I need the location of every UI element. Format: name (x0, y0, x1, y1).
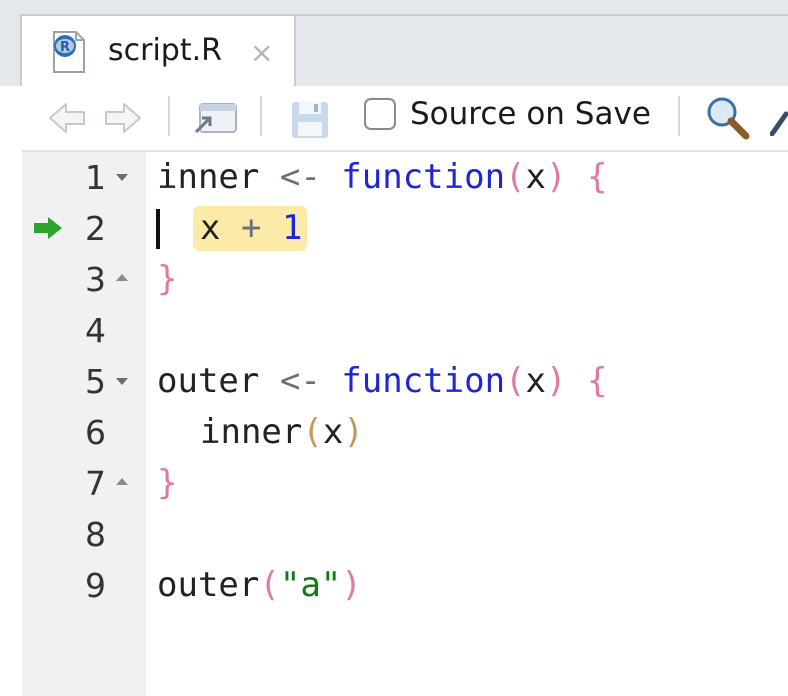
token-identifier: x (322, 412, 344, 452)
source-on-save-checkbox[interactable] (364, 98, 396, 130)
search-icon[interactable] (704, 94, 752, 142)
token-operator: + (240, 208, 262, 248)
token-identifier: x (525, 157, 547, 197)
code-text: outer("a") (157, 560, 362, 611)
r-logo-letter: R (60, 40, 70, 55)
line-number: 6 (85, 413, 106, 452)
fold-close-icon[interactable] (116, 274, 128, 281)
tab-close-icon[interactable]: × (250, 33, 273, 73)
token-paren: ( (505, 157, 526, 197)
token-keyword: function (341, 361, 506, 401)
token-paren: ) (546, 157, 567, 197)
toolbar-separator (678, 96, 680, 136)
code-text: inner <- function(x) { (157, 152, 607, 203)
source-on-save-label: Source on Save (410, 96, 651, 132)
fold-open-icon[interactable] (116, 174, 128, 181)
token-identifier: x (200, 208, 221, 248)
token-paren: ( (302, 412, 323, 452)
token-string: "a" (279, 565, 342, 605)
save-icon[interactable] (290, 100, 330, 140)
token-operator: <- (279, 361, 321, 401)
token-brace: } (157, 259, 178, 299)
line-number: 8 (85, 515, 106, 554)
code-line: 1 inner <- function(x) { (0, 152, 788, 203)
code-line: 7 } (0, 458, 788, 509)
token-number: 1 (281, 208, 303, 248)
code-line: 9 outer("a") (0, 560, 788, 611)
debug-arrow-icon (34, 217, 62, 239)
token-paren: ( (259, 565, 280, 605)
r-file-icon: R (53, 31, 85, 73)
token-identifier: inner (200, 412, 303, 452)
line-number: 4 (85, 311, 106, 350)
tab-file-name: script.R (108, 33, 222, 68)
code-text: inner(x) (200, 407, 364, 458)
token-brace: { (586, 361, 608, 401)
text-cursor (156, 209, 160, 249)
code-line: 3 } (0, 254, 788, 305)
token-paren: ( (505, 361, 526, 401)
line-number: 1 (85, 158, 106, 197)
token-operator: <- (279, 157, 321, 197)
token-paren: ) (546, 361, 567, 401)
code-text: } (157, 254, 177, 305)
token-identifier: outer (157, 565, 260, 605)
fold-open-icon[interactable] (116, 378, 128, 385)
line-number: 9 (85, 566, 106, 605)
token-brace: } (157, 463, 178, 503)
code-text: } (157, 458, 177, 509)
line-number: 7 (85, 464, 106, 503)
line-number: 2 (85, 209, 106, 248)
token-keyword: function (341, 157, 506, 197)
toolbar-separator (168, 96, 170, 136)
line-number: 5 (85, 362, 106, 401)
code-line: 8 (0, 509, 788, 560)
toolbar-separator (260, 96, 262, 136)
code-text: outer <- function(x) { (157, 356, 607, 407)
show-in-new-window-icon[interactable] (190, 98, 240, 138)
editor-toolbar: Source on Save (22, 86, 788, 152)
code-line: 4 (0, 305, 788, 356)
token-brace: { (586, 157, 608, 197)
code-line-current: 2 x + 1 (0, 203, 788, 254)
fold-close-icon[interactable] (116, 478, 128, 485)
token-identifier: outer (157, 361, 260, 401)
token-identifier: x (525, 361, 547, 401)
forward-arrow-icon[interactable] (102, 100, 142, 136)
code-line: 5 outer <- function(x) { (0, 356, 788, 407)
line-number: 3 (85, 260, 106, 299)
back-arrow-icon[interactable] (48, 100, 86, 136)
tab-script-r[interactable]: R script.R × (22, 16, 296, 86)
wand-icon[interactable] (770, 100, 788, 136)
editor-tab-strip: R script.R × (0, 0, 788, 86)
token-paren: ) (343, 412, 364, 452)
code-text: x + 1 (200, 203, 302, 254)
token-identifier: inner (157, 157, 260, 197)
code-line: 6 inner(x) (0, 407, 788, 458)
token-paren: ) (341, 565, 362, 605)
